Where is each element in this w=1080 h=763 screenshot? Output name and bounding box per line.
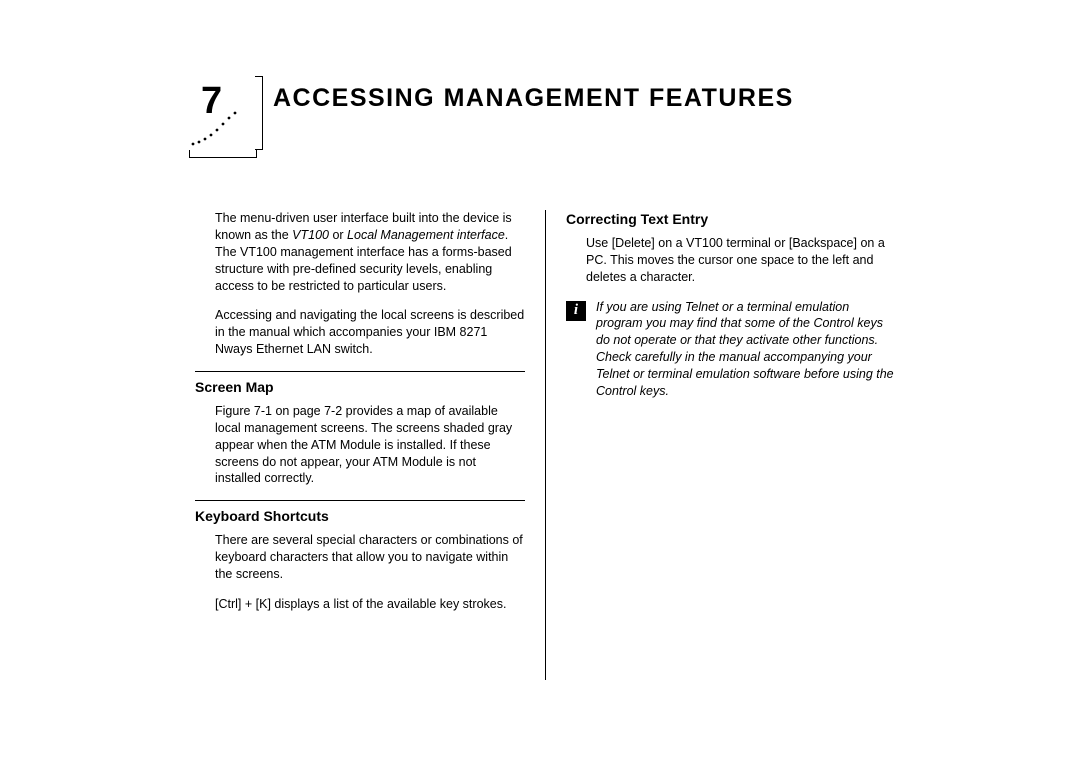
note-text: If you are using Telnet or a terminal em…	[596, 299, 895, 400]
text-span: or	[329, 228, 347, 242]
note-block: i If you are using Telnet or a terminal …	[566, 299, 895, 400]
chapter-number-box: 7	[195, 80, 255, 150]
intro-paragraph-1: The menu-driven user interface built int…	[195, 210, 525, 294]
screen-map-body: Figure 7-1 on page 7-2 provides a map of…	[195, 403, 525, 487]
correcting-text-entry-heading: Correcting Text Entry	[566, 210, 895, 229]
bracket-bottom	[189, 150, 257, 158]
dotted-curve-decoration	[189, 110, 259, 150]
left-column: The menu-driven user interface built int…	[195, 210, 545, 680]
chapter-header: 7 ACCESSING MANAGEMENT FEATURES	[195, 80, 990, 150]
bracket-right	[255, 76, 263, 150]
content-columns: The menu-driven user interface built int…	[195, 210, 990, 680]
keyboard-shortcuts-body-1: There are several special characters or …	[195, 532, 525, 583]
keyboard-shortcuts-body-2: [Ctrl] + [K] displays a list of the avai…	[195, 596, 525, 613]
info-icon-glyph: i	[574, 300, 578, 320]
italic-text: Local Management interface	[347, 228, 505, 242]
keyboard-shortcuts-heading: Keyboard Shortcuts	[195, 507, 525, 526]
italic-text: VT100	[292, 228, 329, 242]
correcting-body: Use [Delete] on a VT100 terminal or [Bac…	[566, 235, 895, 286]
right-column: Correcting Text Entry Use [Delete] on a …	[545, 210, 895, 680]
intro-paragraph-2: Accessing and navigating the local scree…	[195, 307, 525, 358]
info-icon: i	[566, 301, 586, 321]
document-page: 7 ACCESSING MANAGEMENT FEATURES The menu…	[0, 0, 1080, 740]
section-divider	[195, 500, 525, 501]
section-divider	[195, 371, 525, 372]
screen-map-heading: Screen Map	[195, 378, 525, 397]
chapter-title: ACCESSING MANAGEMENT FEATURES	[273, 80, 794, 113]
